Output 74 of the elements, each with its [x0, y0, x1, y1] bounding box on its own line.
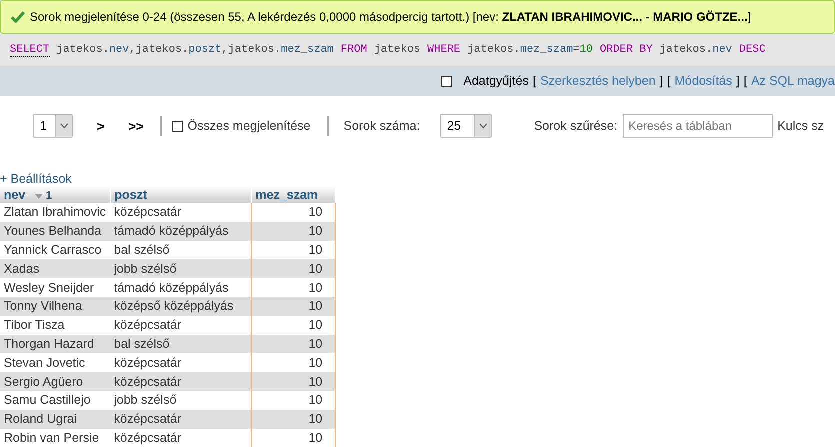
sql-token: nev — [109, 44, 130, 56]
table-cell: Tibor Tisza — [0, 316, 110, 335]
sql-token: ORDER BY — [600, 44, 653, 56]
sql-token: = — [573, 44, 580, 56]
table-cell: Samu Castillejo — [0, 390, 110, 410]
table-cell: Robin van Persie — [0, 428, 110, 447]
success-message: Sorok megjelenítése 0-24 (összesen 55, A lekérdezés 0,0000 másodpercig tartott.) [nev: ZLATAN IBRAHIMOVIC... - MARIO GÖTZE...] — [30, 10, 752, 24]
table-cell: Wesley Sneijder — [0, 278, 110, 297]
table-cell: 10 — [251, 334, 336, 354]
table-cell: 10 — [251, 296, 336, 316]
sql-token: jatekos. — [660, 44, 713, 56]
table-cell: Roland Ugrai — [0, 410, 110, 429]
table-cell: Younes Belhanda — [0, 222, 110, 241]
settings-link[interactable]: + Beállítások — [0, 172, 72, 186]
sql-token: jatekos — [374, 44, 421, 56]
table-cell: középcsatár — [110, 428, 252, 447]
table-cell: Tonny Vilhena — [0, 296, 110, 316]
sql-token: WHERE — [428, 44, 461, 56]
bracket: [ — [744, 74, 748, 88]
table-cell: bal szélső — [110, 334, 252, 354]
filter-input[interactable]: Keresés a táblában — [622, 114, 773, 138]
table-cell: 10 — [251, 222, 336, 241]
dropdown-caret-icon — [60, 123, 68, 129]
sql-token: ,jatekos. — [129, 44, 189, 56]
table-cell: Thorgan Hazard — [0, 334, 110, 354]
column-header[interactable]: nev 1 — [0, 186, 110, 203]
key-label: Kulcs sz — [778, 119, 824, 133]
table-cell: középcsatár — [110, 410, 252, 429]
sql-token: mez_szam — [281, 44, 334, 56]
dropdown-caret-icon — [478, 123, 488, 129]
bracket: [ — [532, 74, 536, 88]
bracket: ] — [736, 74, 740, 88]
table-cell: Zlatan Ibrahimovic — [0, 203, 110, 222]
bracket: [ — [667, 74, 671, 88]
page-select[interactable]: 1 — [33, 114, 73, 138]
action-link[interactable]: Szerkesztés helyben — [540, 74, 656, 88]
action-link[interactable]: Az SQL magya — [751, 74, 835, 88]
rows-count-label: Sorok száma: — [344, 119, 420, 133]
table-cell: támadó középpályás — [110, 222, 252, 241]
sql-token: poszt — [188, 44, 222, 56]
rows-count-select[interactable]: 25 — [440, 114, 492, 138]
action-link[interactable]: Módosítás — [674, 74, 732, 88]
table-cell: Sergio Agüero — [0, 372, 110, 391]
next-page-button[interactable]: > — [97, 118, 105, 134]
show-all-checkbox[interactable] — [172, 120, 183, 132]
sql-token: jatekos. — [468, 44, 520, 56]
checkmark-icon — [11, 11, 25, 23]
last-page-button[interactable]: >> — [128, 118, 144, 134]
table-cell: Yannick Carrasco — [0, 240, 110, 260]
show-all-label: Összes megjelenítése — [188, 119, 311, 133]
sql-token: mez_szam — [520, 44, 574, 56]
table-cell: jobb szélső — [110, 259, 252, 278]
profiling-label: Adatgyűjtés — [464, 74, 529, 88]
sql-token: ,jatekos. — [222, 44, 282, 56]
table-cell: 10 — [251, 372, 336, 391]
table-cell: középcsatár — [110, 372, 252, 391]
sql-token: FROM — [340, 44, 368, 56]
bracket: ] — [660, 74, 664, 88]
sql-token: DESC — [739, 44, 766, 56]
column-header[interactable]: poszt — [110, 186, 252, 203]
table-cell: Xadas — [0, 259, 110, 278]
sort-descending-icon — [35, 194, 44, 198]
profiling-checkbox[interactable] — [440, 76, 452, 86]
filter-label: Sorok szűrése: — [534, 119, 618, 133]
table-cell: Stevan Jovetic — [0, 353, 110, 372]
column-header[interactable]: mez_szam — [251, 186, 336, 203]
table-cell: 10 — [251, 259, 336, 278]
table-cell: 10 — [251, 410, 336, 429]
table-cell: középső középpályás — [110, 296, 252, 316]
table-cell: 10 — [251, 428, 336, 447]
sql-token: jatekos. — [56, 44, 110, 56]
sql-token[interactable]: SELECT — [10, 44, 50, 56]
sql-token: nev — [712, 44, 732, 56]
sql-token: 10 — [580, 44, 593, 56]
